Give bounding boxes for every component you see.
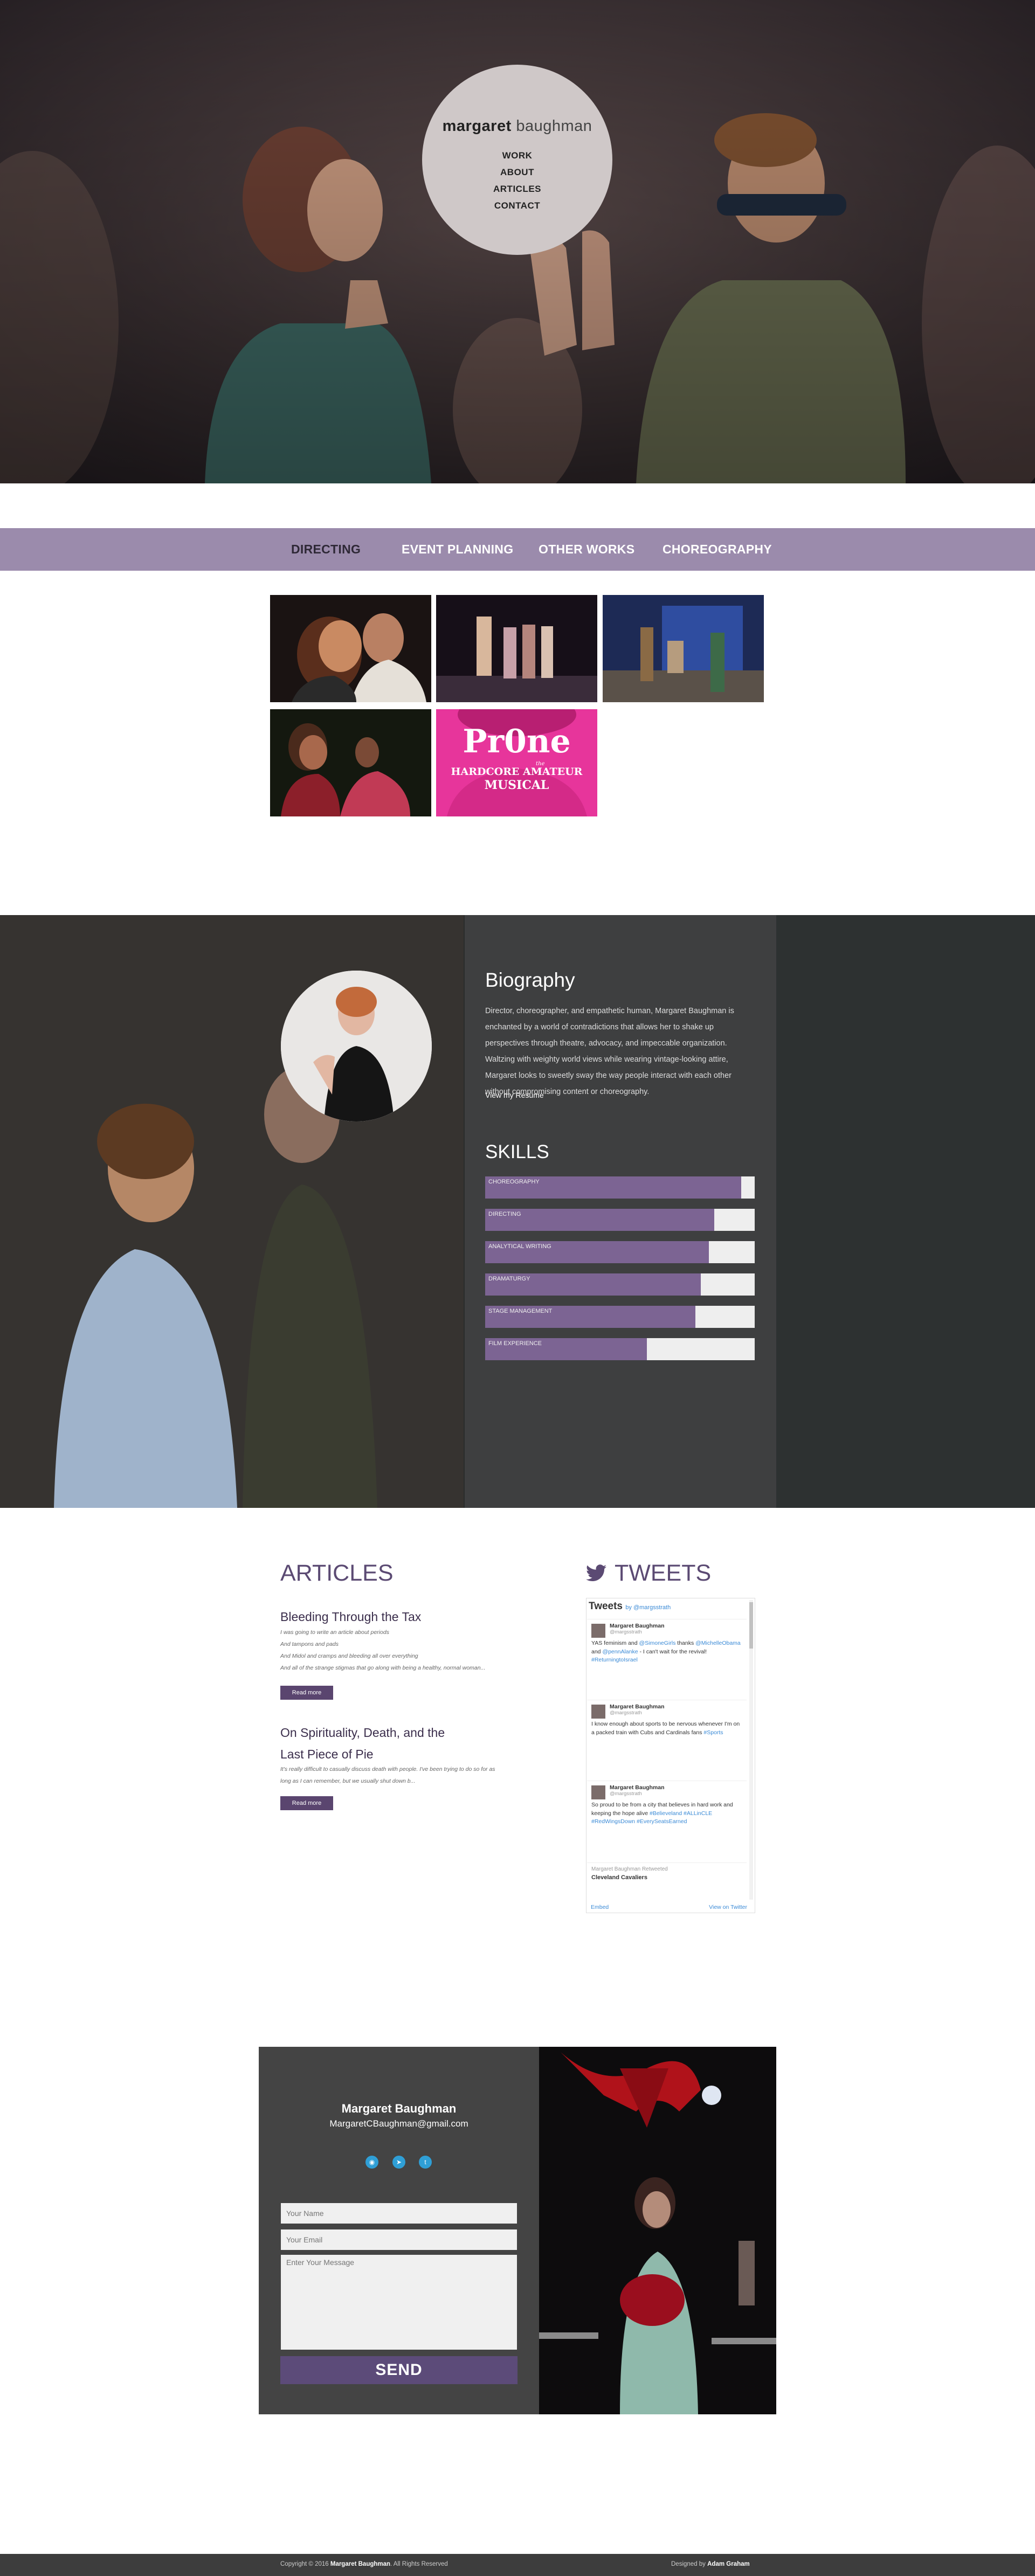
twitter-timeline-widget[interactable]: Tweets by @margsstrath Margaret Baughman… [586,1598,755,1913]
tweet-text: I know enough about sports to be nervous… [591,1721,740,1736]
category-other-works[interactable]: OTHER WORKS [539,528,634,571]
tweets-scrollbar-thumb[interactable] [749,1602,753,1649]
tweet-retweet[interactable]: Margaret Baughman Retweeted Cleveland Ca… [587,1862,747,1896]
tweet-text: So proud to be from a city that believes… [591,1802,733,1825]
poster-subtitle-2: MUSICAL [484,778,549,792]
skill-bar: DRAMATURGY [485,1273,755,1296]
portfolio-item[interactable] [603,595,764,702]
contact-photo [539,2047,776,2414]
view-on-twitter-link[interactable]: View on Twitter [709,1904,747,1910]
tweet-handle: @margsstrath [610,1629,642,1635]
instagram-icon[interactable]: ◉ [365,2156,378,2169]
skills-title: SKILLS [485,1141,549,1162]
portfolio-item[interactable]: Pr0ne HARDCORE AMATEUR MUSICAL the [436,709,597,816]
contact-name: Margaret Baughman [341,2102,457,2115]
name-field[interactable] [281,2203,517,2224]
category-directing[interactable]: DIRECTING [291,528,361,571]
designer-credit: Designed by Adam Graham [671,2561,750,2567]
tweets-by-handle[interactable]: by @margsstrath [625,1604,671,1611]
avatar [591,1705,605,1719]
category-choreography[interactable]: CHOREOGRAPHY [663,528,772,571]
message-field[interactable] [281,2255,517,2350]
tweet-handle: @margsstrath [610,1710,642,1716]
poster-small-text: the [536,761,545,767]
tweet-author: Margaret Baughman [610,1704,665,1710]
poster-subtitle: HARDCORE AMATEUR [451,766,583,778]
contact-section: Margaret Baughman MargaretCBaughman@gmai… [259,2047,776,2414]
skill-label: FILM EXPERIENCE [488,1340,542,1347]
twitter-icon[interactable]: ➤ [392,2156,405,2169]
read-more-button[interactable]: Read more [280,1796,333,1810]
tweet-author: Cleveland Cavaliers [591,1874,647,1881]
skill-bar: DIRECTING [485,1209,755,1231]
site-logo[interactable]: margaret baughman [422,117,612,135]
article-excerpt: I was going to write an article about pe… [280,1629,486,1671]
main-nav: WORK ABOUT ARTICLES CONTACT [422,147,612,214]
tweet[interactable]: Margaret Baughman @margsstrath I know en… [587,1700,747,1779]
skill-bar: STAGE MANAGEMENT [485,1306,755,1328]
category-event-planning[interactable]: EVENT PLANNING [402,528,513,571]
tumblr-icon[interactable]: t [419,2156,432,2169]
tweet-handle: @margsstrath [610,1791,642,1797]
twitter-icon [586,1564,606,1582]
email-field[interactable] [281,2229,517,2250]
tweet-author: Margaret Baughman [610,1623,665,1629]
skill-label: STAGE MANAGEMENT [488,1308,553,1314]
portfolio-image [270,595,431,702]
avatar [591,1785,605,1799]
category-filter-bar: DIRECTING EVENT PLANNING OTHER WORKS CHO… [0,528,1035,571]
tweets-title: TWEETS [615,1560,712,1586]
articles-title: ARTICLES [280,1560,394,1586]
logo-first-name: margaret [442,117,512,135]
skill-label: CHOREOGRAPHY [488,1179,540,1185]
portfolio-item[interactable] [436,595,597,702]
portfolio-image [436,595,597,702]
tweet[interactable]: Margaret Baughman @margsstrath YAS femin… [587,1619,747,1699]
nav-work[interactable]: WORK [422,147,612,164]
tweets-widget-header: Tweets by @margsstrath [589,1601,671,1612]
designer-link[interactable]: Adam Graham [707,2561,750,2567]
portfolio-item[interactable] [270,709,431,816]
profile-photo [281,971,432,1121]
poster-title: Pr0ne [463,723,571,760]
logo-last-name: baughman [516,117,592,135]
resume-link[interactable]: View my Resume [485,1091,544,1099]
skill-bar: CHOREOGRAPHY [485,1176,755,1199]
contact-form-panel: Margaret Baughman MargaretCBaughman@gmai… [259,2047,539,2414]
article-title[interactable]: On Spirituality, Death, and the Last Pie… [280,1722,445,1765]
biography-text: Director, choreographer, and empathetic … [485,1007,734,1096]
send-button[interactable]: SEND [280,2356,518,2384]
portfolio-image [270,709,431,816]
nav-articles[interactable]: ARTICLES [422,181,612,197]
skill-bar: ANALYTICAL WRITING [485,1241,755,1263]
contact-email[interactable]: MargaretCBaughman@gmail.com [259,2118,539,2129]
skill-label: DIRECTING [488,1211,521,1217]
biography-section: Biography Director, choreographer, and e… [0,915,1035,1508]
nav-contact[interactable]: CONTACT [422,197,612,214]
article-excerpt: It's really difficult to casually discus… [280,1766,495,1784]
retweet-label: Margaret Baughman Retweeted [591,1866,668,1872]
article-title[interactable]: Bleeding Through the Tax [280,1606,421,1628]
skill-bar: FILM EXPERIENCE [485,1338,755,1360]
hero-banner: margaret baughman WORK ABOUT ARTICLES CO… [0,0,1035,483]
tweet[interactable]: Margaret Baughman @margsstrath So proud … [587,1781,747,1861]
avatar [591,1624,605,1638]
portfolio-item[interactable] [270,595,431,702]
tweet-text: YAS feminism and @SimoneGirls thanks @Mi… [591,1640,741,1663]
logo-circle: margaret baughman WORK ABOUT ARTICLES CO… [422,65,612,255]
read-more-button[interactable]: Read more [280,1686,333,1700]
tweet-author: Margaret Baughman [610,1784,665,1791]
embed-link[interactable]: Embed [591,1904,609,1910]
portfolio-image [603,595,764,702]
tweets-widget-footer: Embed View on Twitter [591,1904,747,1910]
nav-about[interactable]: ABOUT [422,164,612,181]
skill-label: DRAMATURGY [488,1276,530,1282]
biography-title: Biography [485,969,575,991]
skill-label: ANALYTICAL WRITING [488,1243,551,1250]
copyright: Copyright © 2016 Margaret Baughman. All … [280,2561,448,2567]
footer: Copyright © 2016 Margaret Baughman. All … [0,2554,1035,2576]
